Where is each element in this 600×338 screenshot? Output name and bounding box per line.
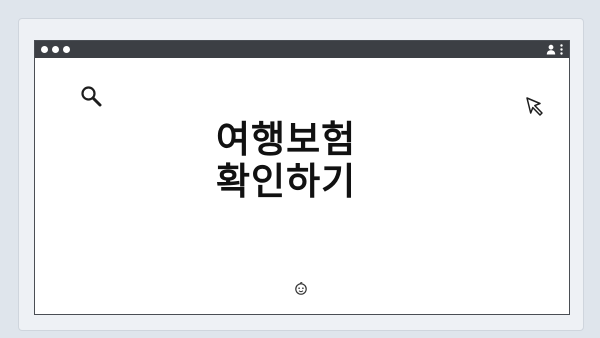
close-dot[interactable] (41, 46, 48, 53)
window-traffic-dots (41, 46, 70, 53)
headline-line-2: 확인하기 (216, 160, 357, 203)
window-title-bar (35, 41, 569, 58)
maximize-dot[interactable] (63, 46, 70, 53)
minimize-dot[interactable] (52, 46, 59, 53)
headline-line-1: 여행보험 (216, 118, 357, 161)
headline: 여행보험 확인하기 (216, 119, 356, 203)
profile-icon[interactable] (546, 44, 556, 55)
browser-window: 여행보험 확인하기 (34, 40, 570, 315)
mouse-pointer-icon (526, 97, 543, 116)
kebab-menu-icon[interactable] (560, 44, 563, 55)
search-icon (81, 86, 102, 107)
smiling-face-icon (295, 282, 307, 295)
window-controls (546, 44, 563, 55)
